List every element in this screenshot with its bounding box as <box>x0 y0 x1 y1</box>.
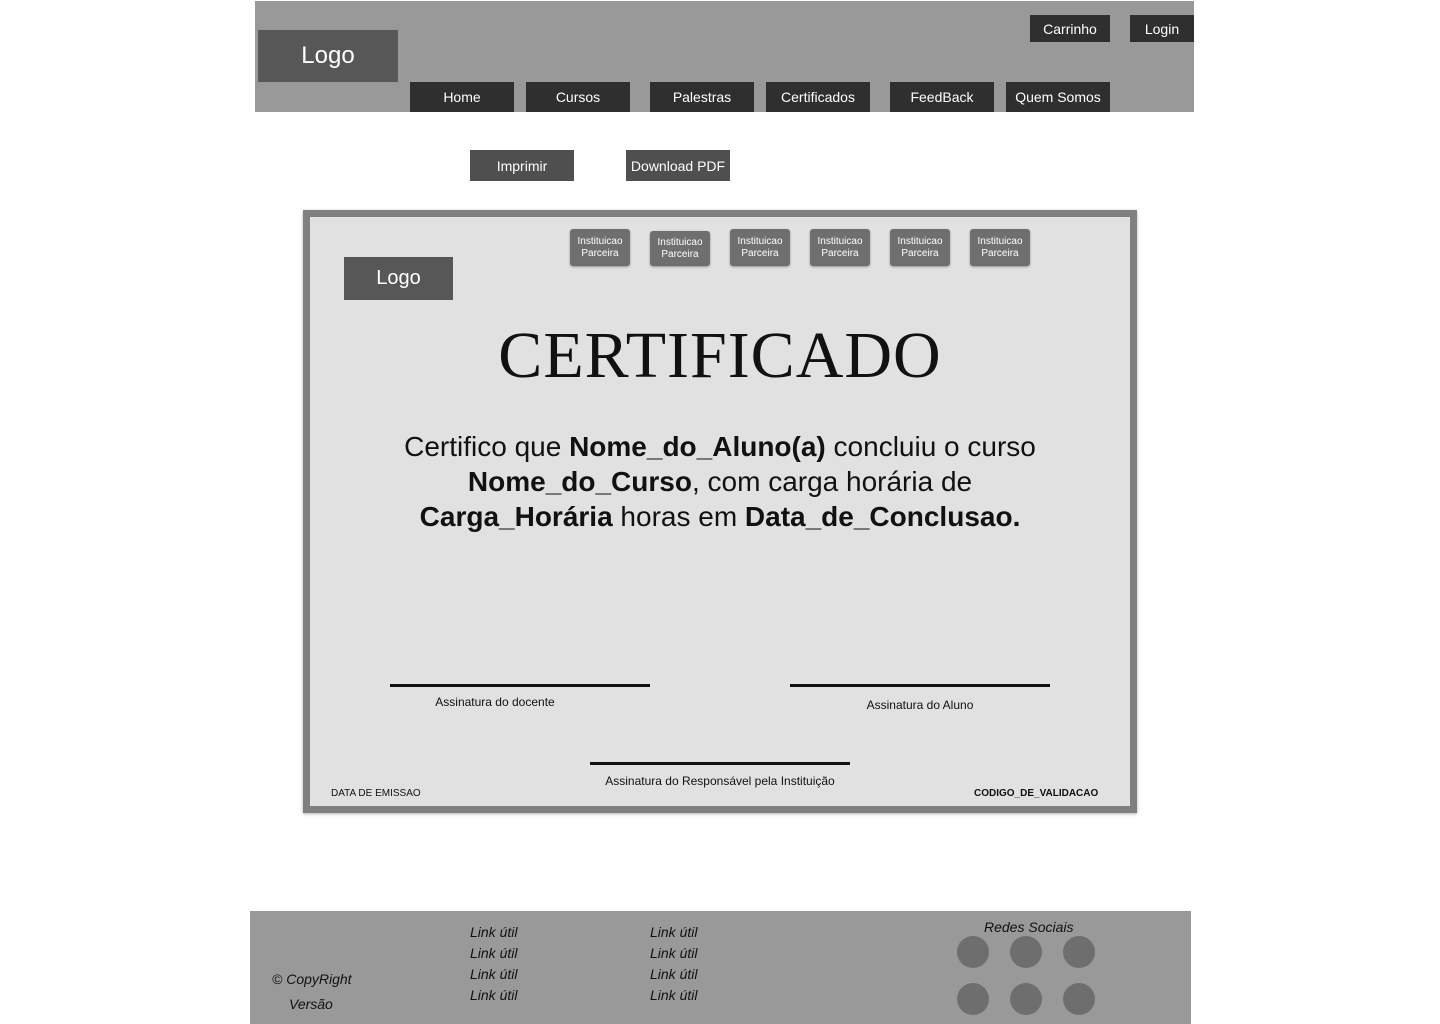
statement-text: , com carga horária de <box>691 466 973 497</box>
nav-home[interactable]: Home <box>410 82 514 112</box>
social-icon[interactable] <box>957 936 989 968</box>
nav-certificados[interactable]: Certificados <box>766 82 870 112</box>
partner-institution-logo[interactable]: Instituicao Parceira <box>810 229 870 266</box>
nav-cursos[interactable]: Cursos <box>526 82 630 112</box>
signature-line-teacher <box>390 684 650 687</box>
social-title: Redes Sociais <box>984 919 1074 935</box>
cart-button[interactable]: Carrinho <box>1030 15 1110 42</box>
course-hours: Carga_Horária <box>419 501 613 532</box>
footer-link[interactable]: Link útil <box>470 945 517 961</box>
statement-text: Certifico que <box>404 431 570 462</box>
social-icon[interactable] <box>957 983 989 1015</box>
statement-text: horas em <box>612 501 745 532</box>
site-logo[interactable]: Logo <box>258 30 398 82</box>
social-icon[interactable] <box>1063 936 1095 968</box>
download-pdf-button[interactable]: Download PDF <box>626 150 730 181</box>
certificate-title: CERTIFICADO <box>498 319 942 392</box>
footer-link[interactable]: Link útil <box>650 924 697 940</box>
nav-palestras[interactable]: Palestras <box>650 82 754 112</box>
login-button[interactable]: Login <box>1130 15 1194 42</box>
social-icon[interactable] <box>1063 983 1095 1015</box>
partner-institution-logo[interactable]: Instituicao Parceira <box>890 229 950 266</box>
footer-link[interactable]: Link útil <box>650 966 697 982</box>
copyright-text: © CopyRight <box>272 971 352 987</box>
student-name: Nome_do_Aluno(a) <box>569 431 826 462</box>
partner-institution-logo[interactable]: Instituicao Parceira <box>730 229 790 266</box>
print-button[interactable]: Imprimir <box>470 150 574 181</box>
social-icon[interactable] <box>1010 936 1042 968</box>
nav-quem-somos[interactable]: Quem Somos <box>1006 82 1110 112</box>
partner-institution-logo[interactable]: Instituicao Parceira <box>970 229 1030 266</box>
signature-label-institution: Assinatura do Responsável pela Instituiç… <box>605 774 835 788</box>
version-text: Versão <box>289 996 333 1012</box>
issue-date-label: DATA DE EMISSAO <box>331 788 421 799</box>
course-name: Nome_do_Curso <box>467 466 692 497</box>
completion-date: Data_de_Conclusao. <box>744 501 1021 532</box>
signature-line-institution <box>590 762 850 765</box>
certificate-logo: Logo <box>344 257 453 300</box>
footer-link[interactable]: Link útil <box>650 945 697 961</box>
signature-line-student <box>790 684 1050 687</box>
validation-code: CODIGO_DE_VALIDACAO <box>974 788 1099 799</box>
social-icon[interactable] <box>1010 983 1042 1015</box>
nav-feedback[interactable]: FeedBack <box>890 82 994 112</box>
statement-text: concluiu o curso <box>825 431 1036 462</box>
certificate-statement: Certifico que Nome_do_Aluno(a) concluiu … <box>400 429 1040 534</box>
footer-link[interactable]: Link útil <box>470 966 517 982</box>
signature-label-teacher: Assinatura do docente <box>435 695 555 709</box>
partner-institution-logo[interactable]: Instituicao Parceira <box>650 231 710 266</box>
signature-label-student: Assinatura do Aluno <box>866 698 974 712</box>
footer-link[interactable]: Link útil <box>650 987 697 1003</box>
footer-link[interactable]: Link útil <box>470 987 517 1003</box>
footer-link[interactable]: Link útil <box>470 924 517 940</box>
partner-institution-logo[interactable]: Instituicao Parceira <box>570 229 630 266</box>
